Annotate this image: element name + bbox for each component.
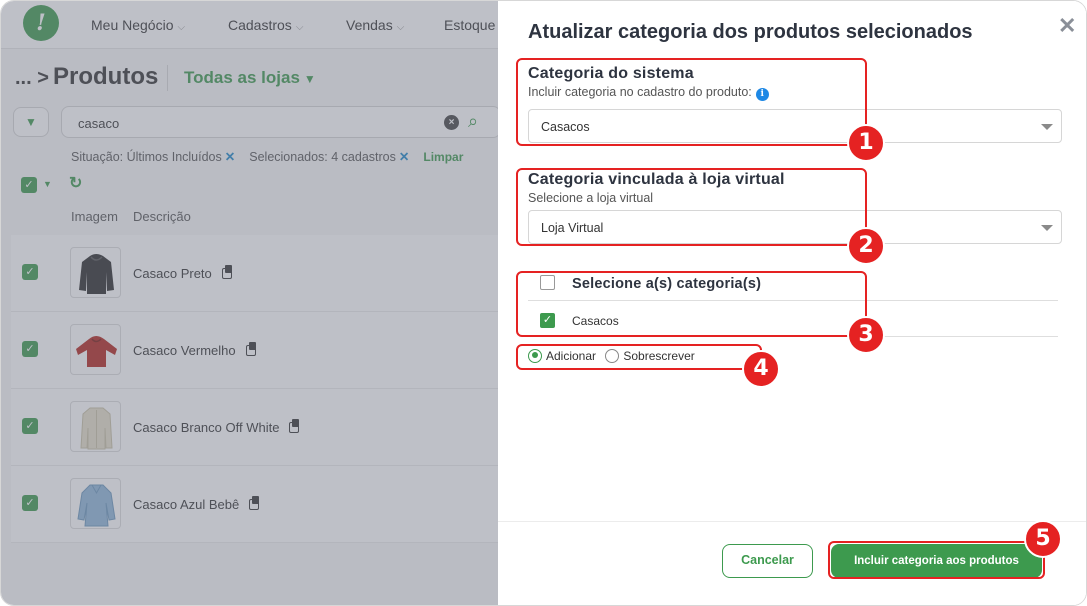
category-table-header-label: Selecione a(s) categoria(s) (572, 276, 762, 292)
annotation-badge-1: 1 (847, 124, 885, 162)
system-category-title: Categoria do sistema (528, 65, 694, 82)
close-icon[interactable]: ✕ (1058, 13, 1076, 39)
info-icon[interactable]: i (755, 88, 769, 101)
screenshot-frame: ! Meu Negócio ⌵ Cadastros ⌵ Vendas ⌵ Estoqu… (0, 0, 1087, 606)
annotation-badge-2: 2 (847, 227, 885, 265)
store-category-subtitle: Selecione a loja virtual (528, 191, 654, 205)
category-label: Casacos (572, 314, 619, 328)
annotation-badge-5: 5 (1024, 520, 1062, 558)
radio-option-adicionar[interactable]: Adicionar (528, 348, 597, 363)
annotation-badge-3: 3 (847, 316, 885, 354)
update-category-panel: Atualizar categoria dos produtos selecio… (498, 1, 1086, 605)
select-all-categories-checkbox[interactable] (540, 275, 555, 290)
cancel-button[interactable]: Cancelar (722, 544, 813, 578)
virtual-store-select[interactable]: Loja Virtual (528, 210, 1062, 244)
category-checkbox[interactable]: ✓ (540, 313, 555, 328)
system-category-value: Casacos (541, 120, 590, 134)
system-category-select[interactable]: Casacos (528, 109, 1062, 143)
radio-label: Adicionar (546, 349, 597, 363)
radio-button-checked[interactable] (528, 348, 542, 363)
update-mode-radio-group: Adicionar Sobrescrever (528, 348, 701, 364)
system-category-subtitle: Incluir categoria no cadastro do produto… (528, 85, 769, 101)
panel-title: Atualizar categoria dos produtos selecio… (528, 21, 973, 43)
radio-label: Sobrescrever (623, 349, 695, 363)
panel-footer: Cancelar Incluir categoria aos produtos (498, 521, 1086, 605)
store-category-title: Categoria vinculada à loja virtual (528, 171, 785, 188)
radio-button[interactable] (605, 348, 620, 363)
category-table-header: Selecione a(s) categoria(s) (528, 267, 1058, 301)
radio-option-sobrescrever[interactable]: Sobrescrever (605, 348, 695, 363)
modal-backdrop[interactable] (1, 1, 498, 605)
annotation-badge-4: 4 (742, 350, 780, 388)
dropdown-arrow-icon (1041, 225, 1053, 231)
category-row[interactable]: ✓ Casacos (528, 301, 1058, 337)
dropdown-arrow-icon (1041, 124, 1053, 130)
system-category-subtitle-text: Incluir categoria no cadastro do produto… (528, 85, 752, 99)
include-category-button[interactable]: Incluir categoria aos produtos (831, 544, 1042, 578)
virtual-store-value: Loja Virtual (541, 221, 604, 235)
